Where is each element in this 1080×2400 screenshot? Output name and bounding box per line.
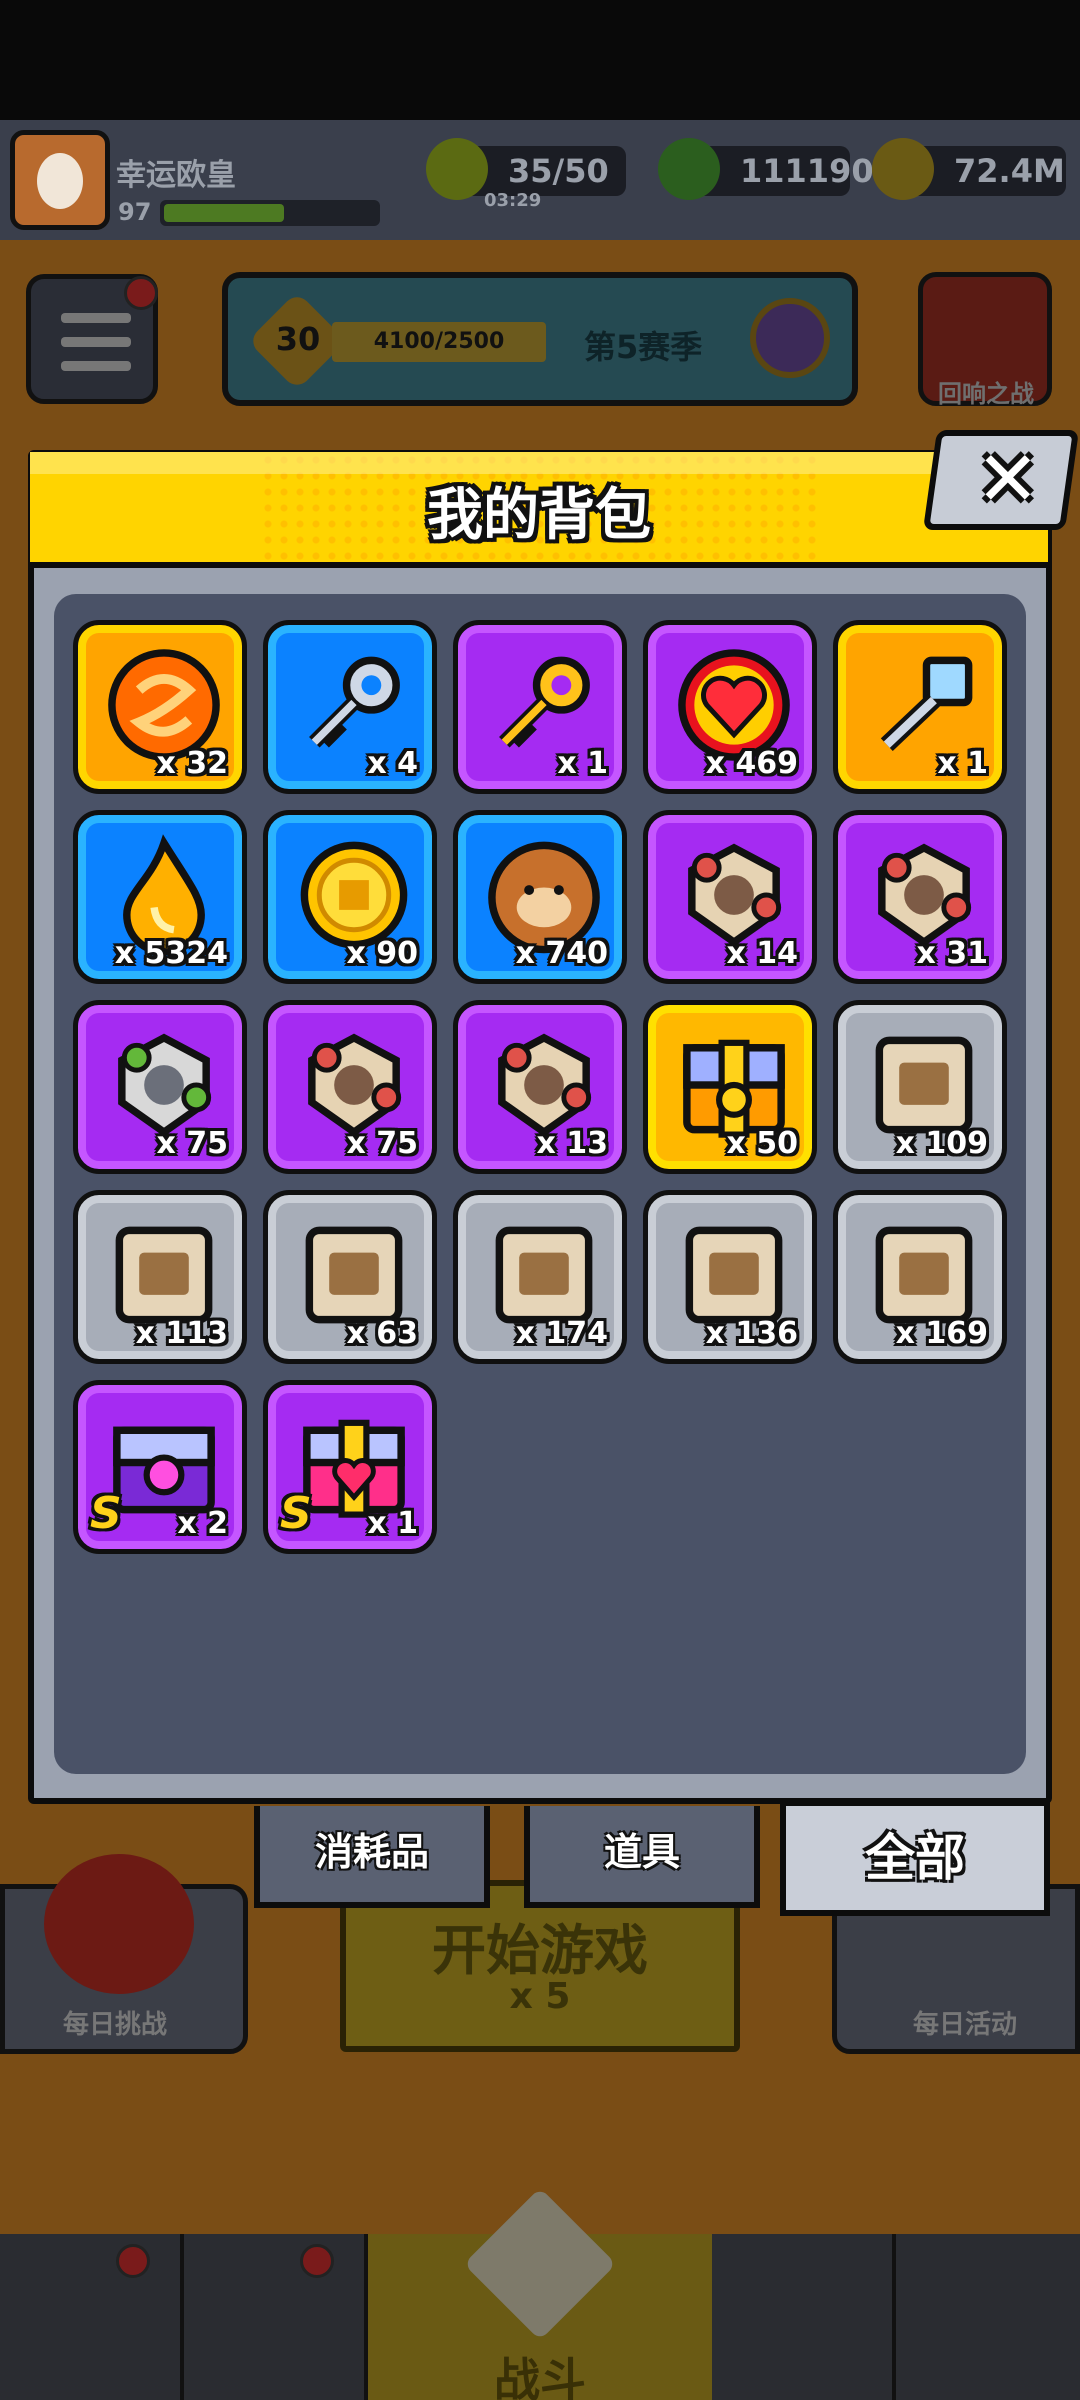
gems-value: 111190	[740, 152, 874, 190]
item-slot[interactable]: x 75	[263, 1000, 437, 1174]
energy-value: 35/50	[508, 152, 609, 190]
backpack-title: 我的背包	[427, 483, 651, 548]
season-name: 第5赛季	[584, 328, 703, 366]
item-quantity: x 75	[346, 1126, 418, 1161]
item-quantity: x 113	[135, 1316, 228, 1351]
item-slot[interactable]: x 136	[643, 1190, 817, 1364]
gems-counter[interactable]: 111190	[658, 138, 874, 200]
start-game-cost: x 5	[509, 1976, 571, 2017]
item-quantity: x 4	[367, 746, 418, 781]
item-slot[interactable]: x 469	[643, 620, 817, 794]
item-quantity: x 13	[536, 1126, 608, 1161]
avatar[interactable]	[10, 130, 110, 230]
energy-timer: 03:29	[484, 190, 542, 211]
daily-event-label: 每日活动	[912, 2010, 1017, 2040]
item-slot[interactable]: Sx 1	[263, 1380, 437, 1554]
app-screen: { "player": {"name": "幸运欧皇", "level": "9…	[0, 0, 1080, 2400]
item-slot[interactable]: x 90	[263, 810, 437, 984]
item-slot[interactable]: x 174	[453, 1190, 627, 1364]
item-slot[interactable]: x 63	[263, 1190, 437, 1364]
nav-evolve[interactable]	[896, 2234, 1080, 2400]
item-slot[interactable]: x 13	[453, 1000, 627, 1174]
status-bar	[0, 0, 1080, 120]
item-quantity: x 2	[177, 1506, 228, 1541]
coin-icon	[872, 138, 934, 200]
nav-shop[interactable]	[0, 2234, 184, 2400]
item-slot[interactable]: x 740	[453, 810, 627, 984]
player-name: 幸运欧皇	[116, 158, 236, 193]
season-banner[interactable]: 30 4100/2500 第5赛季	[222, 272, 858, 406]
notification-dot-icon	[300, 2244, 334, 2278]
player-level: 97	[118, 198, 152, 226]
item-slot[interactable]: x 75	[73, 1000, 247, 1174]
nav-battle-label: 战斗	[494, 2353, 586, 2400]
item-slot[interactable]: Sx 2	[73, 1380, 247, 1554]
item-slot[interactable]: x 14	[643, 810, 817, 984]
item-quantity: x 1	[937, 746, 988, 781]
item-slot[interactable]: x 1	[453, 620, 627, 794]
lightning-icon	[426, 138, 488, 200]
item-slot[interactable]: x 5324	[73, 810, 247, 984]
notification-dot-icon	[124, 276, 158, 310]
tab-props[interactable]: 道具	[524, 1806, 760, 1908]
boxing-glove-icon	[44, 1854, 194, 1994]
item-quantity: x 63	[346, 1316, 418, 1351]
gold-counter[interactable]: 72.4M	[872, 138, 1066, 200]
item-slot[interactable]: x 109	[833, 1000, 1007, 1174]
notification-dot-icon	[116, 2244, 150, 2278]
item-slot[interactable]: x 31	[833, 810, 1007, 984]
item-quantity: x 5324	[114, 936, 228, 971]
nav-weapons[interactable]	[184, 2234, 368, 2400]
item-quantity: x 169	[895, 1316, 988, 1351]
item-quantity: x 1	[557, 746, 608, 781]
item-quantity: x 109	[895, 1126, 988, 1161]
item-slot[interactable]: x 1	[833, 620, 1007, 794]
tab-all[interactable]: 全部	[780, 1800, 1050, 1916]
item-slot[interactable]: x 4	[263, 620, 437, 794]
tab-consumables[interactable]: 消耗品	[254, 1806, 490, 1908]
item-quantity: x 50	[726, 1126, 798, 1161]
start-game-label: 开始游戏	[432, 1919, 648, 1982]
item-quantity: x 174	[515, 1316, 608, 1351]
item-slot[interactable]: x 113	[73, 1190, 247, 1364]
daily-challenge-label: 每日挑战	[62, 2010, 167, 2040]
item-slot[interactable]: x 50	[643, 1000, 817, 1174]
item-quantity: x 90	[346, 936, 418, 971]
item-quantity: x 14	[726, 936, 798, 971]
gem-icon	[658, 138, 720, 200]
item-quantity: x 136	[705, 1316, 798, 1351]
season-progress: 4100/2500	[332, 322, 546, 362]
item-quantity: x 740	[515, 936, 608, 971]
close-icon[interactable]: ✕	[976, 434, 1040, 523]
item-slot[interactable]: x 169	[833, 1190, 1007, 1364]
season-level: 30	[275, 320, 321, 358]
season-badge-icon	[750, 298, 830, 378]
item-slot[interactable]: x 32	[73, 620, 247, 794]
gold-value: 72.4M	[954, 152, 1065, 190]
item-quantity: x 32	[156, 746, 228, 781]
item-quantity: x 75	[156, 1126, 228, 1161]
energy-counter[interactable]: 35/50	[426, 138, 626, 200]
item-quantity: x 31	[916, 936, 988, 971]
item-quantity: x 1	[367, 1506, 418, 1541]
item-quantity: x 469	[705, 746, 798, 781]
rank-badge: S	[280, 1488, 312, 1539]
rank-badge: S	[90, 1488, 122, 1539]
echo-battle-label: 回响之战	[938, 380, 1034, 408]
xp-bar	[160, 200, 380, 226]
nav-talent[interactable]	[712, 2234, 896, 2400]
